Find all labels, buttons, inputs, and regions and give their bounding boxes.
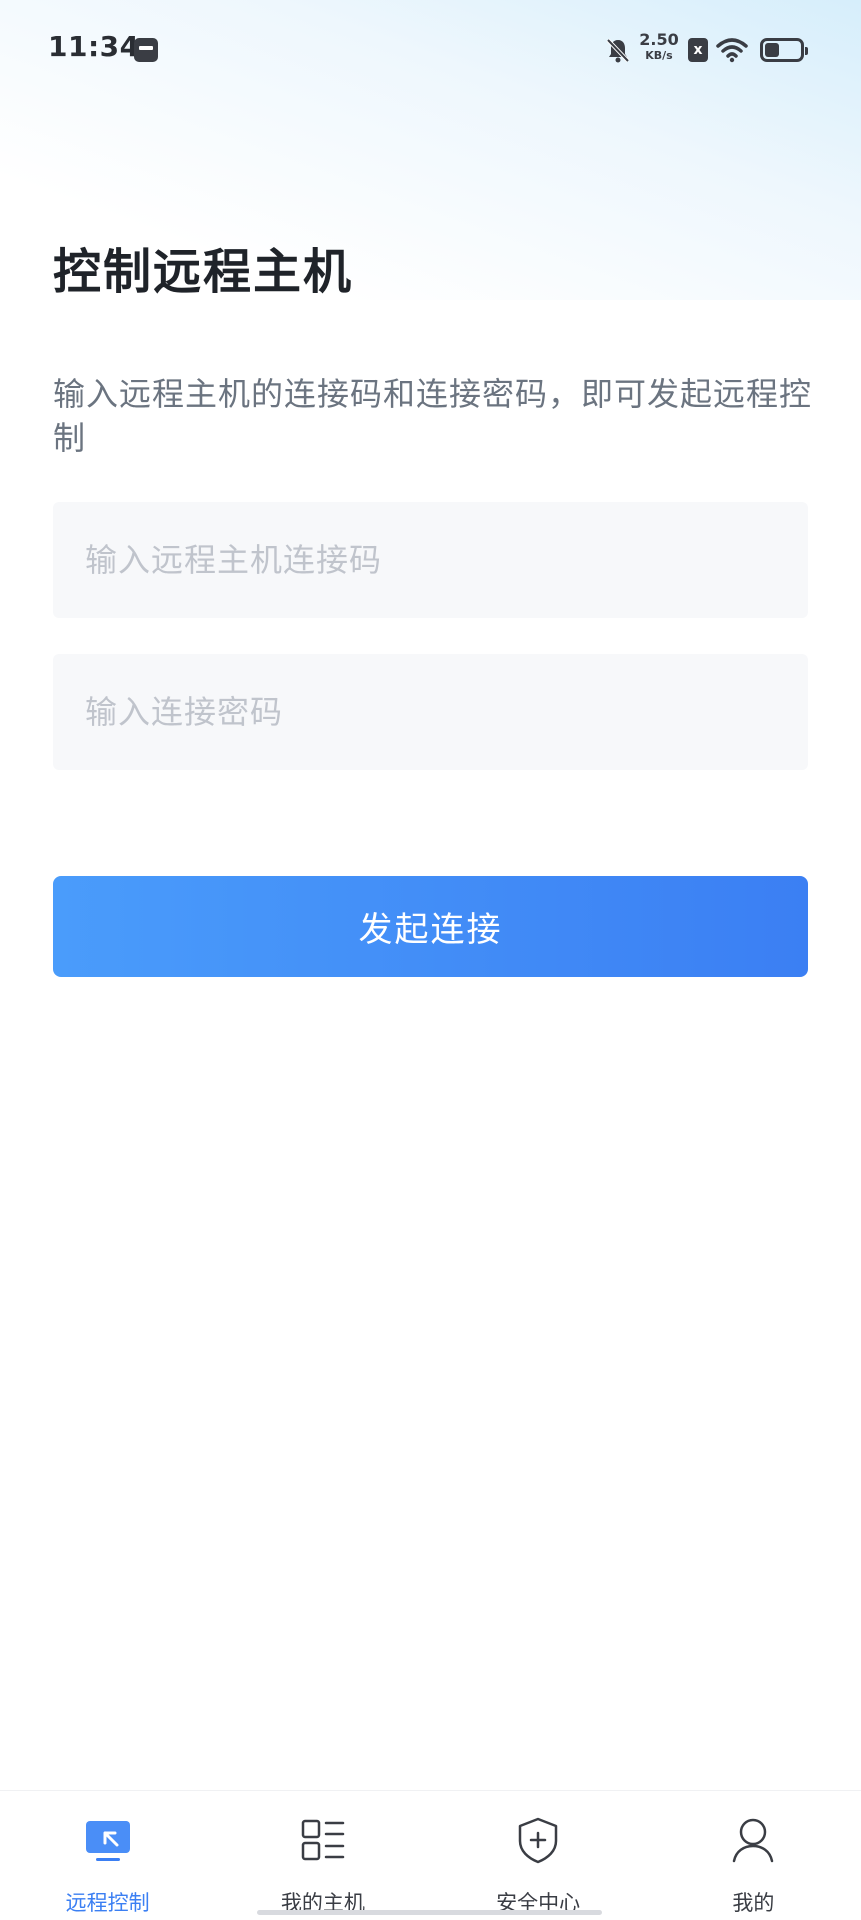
tab-label-remote-control: 远程控制 [65,1891,150,1915]
tab-label-me: 我的 [732,1891,775,1915]
page-title: 控制远程主机 [53,244,354,300]
connection-code-input[interactable] [53,502,808,618]
tab-security-center[interactable]: 安全中心 [431,1791,646,1920]
network-speed-unit: KB/s [645,49,673,62]
network-speed-value: 2.50 [639,30,679,49]
wifi-icon [716,38,748,63]
home-indicator[interactable] [257,1910,602,1915]
tab-me[interactable]: 我的 [646,1791,861,1920]
host-list-icon [301,1819,345,1861]
notification-icon [134,38,158,62]
connect-button[interactable]: 发起连接 [53,876,808,977]
network-speed: 2.50 KB/s [638,30,680,62]
status-time: 11:34 [48,30,140,63]
sim-icon: x [688,38,708,62]
bottom-tab-bar: 远程控制 我的主机 安全中心 我的 [0,1790,861,1920]
page-description: 输入远程主机的连接码和连接密码，即可发起远程控制 [53,375,813,457]
mute-bell-icon [606,38,630,63]
tab-remote-control[interactable]: 远程控制 [0,1791,215,1920]
battery-icon [760,38,808,62]
connection-password-input[interactable] [53,654,808,770]
shield-plus-icon [518,1817,558,1864]
status-bar: 11:34 2.50 KB/s x [0,0,861,100]
remote-desktop-icon [85,1821,130,1861]
tab-my-hosts[interactable]: 我的主机 [215,1791,430,1920]
user-icon [733,1818,774,1863]
